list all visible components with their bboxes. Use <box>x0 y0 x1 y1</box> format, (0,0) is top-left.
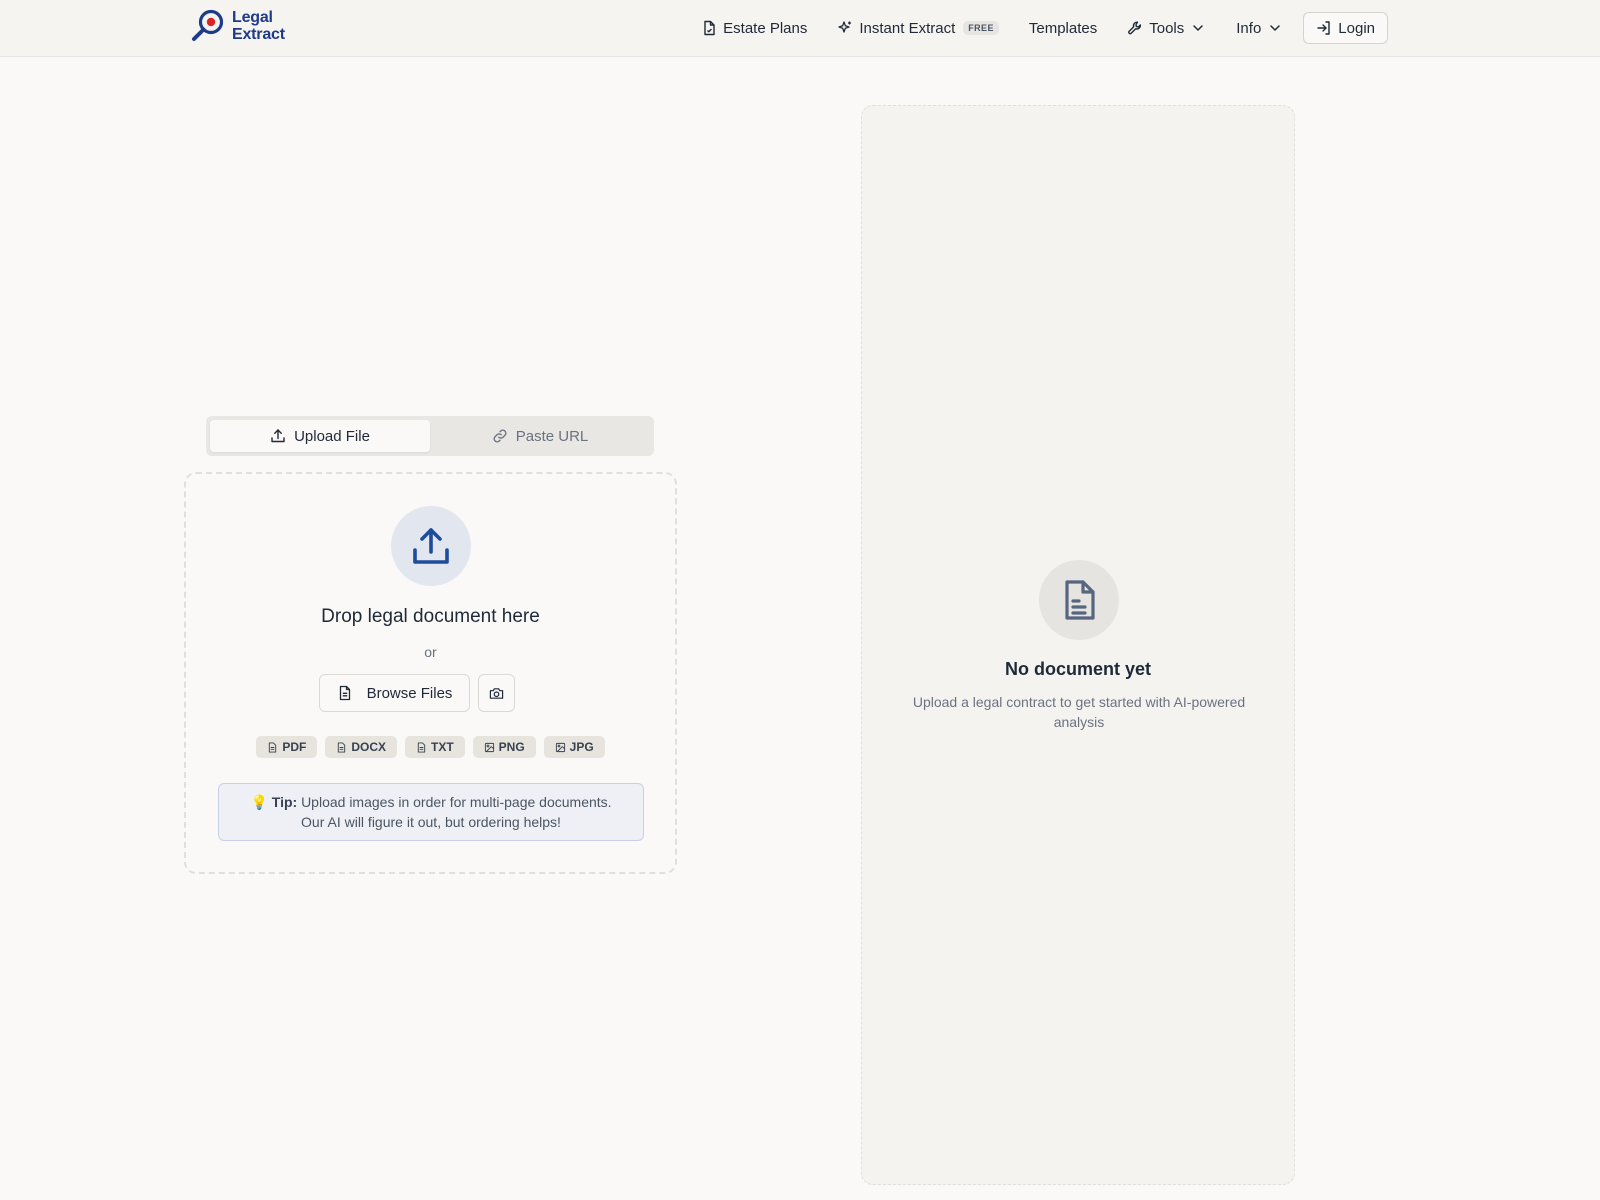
logo-text: Legal Extract <box>232 9 285 43</box>
chevron-down-icon <box>1193 25 1204 31</box>
logo-link[interactable]: Legal Extract <box>190 8 285 44</box>
upload-icon <box>271 429 285 443</box>
file-drop-zone[interactable]: Drop legal document here or Browse Files… <box>184 472 677 874</box>
link-icon <box>493 429 507 443</box>
file-icon <box>269 741 277 753</box>
tip-box: 💡 Tip: Upload images in order for multi-… <box>218 783 644 841</box>
main-nav: Estate Plans Instant Extract FREE Templa… <box>671 12 1388 44</box>
document-badge <box>1039 560 1119 640</box>
nav-instant-extract-label: Instant Extract <box>859 19 956 37</box>
camera-button[interactable] <box>478 674 515 712</box>
upload-mode-tabs: Upload File Paste URL <box>206 416 654 456</box>
nav-info-label: Info <box>1236 19 1262 37</box>
browse-files-label: Browse Files <box>366 684 453 702</box>
nav-templates-label: Templates <box>1028 19 1098 37</box>
tab-upload-file-label: Upload File <box>294 427 370 445</box>
wrench-icon <box>1128 21 1142 35</box>
nav-estate-plans[interactable]: Estate Plans <box>701 12 807 44</box>
tab-paste-url[interactable]: Paste URL <box>430 420 650 452</box>
top-nav-bar: Legal Extract Estate Plans Instant Extra… <box>0 0 1600 57</box>
format-label-txt: TXT <box>430 740 454 754</box>
login-button[interactable]: Login <box>1303 12 1388 44</box>
login-label: Login <box>1338 19 1375 37</box>
format-badge-jpg: JPG <box>543 736 605 758</box>
nav-tools-dropdown[interactable]: Tools <box>1127 12 1206 44</box>
nav-instant-extract[interactable]: Instant Extract FREE <box>837 12 999 44</box>
free-badge: FREE <box>963 21 999 35</box>
format-label-png: PNG <box>498 740 525 754</box>
format-badge-pdf: PDF <box>256 736 318 758</box>
upload-badge <box>391 506 471 586</box>
lightbulb-icon: 💡 <box>250 794 268 810</box>
supported-formats: PDF DOCX TXT PNG JPG <box>186 736 675 758</box>
logo-line-2: Extract <box>232 26 285 43</box>
format-badge-png: PNG <box>472 736 536 758</box>
logo-line-1: Legal <box>232 9 273 26</box>
browse-actions: Browse Files <box>319 674 515 712</box>
camera-icon <box>489 687 504 699</box>
nav-templates[interactable]: Templates <box>1029 12 1097 44</box>
file-text-icon <box>339 685 350 701</box>
tip-label: Tip: <box>271 794 298 810</box>
nav-estate-plans-label: Estate Plans <box>723 19 808 37</box>
tip-text-2: Our AI will figure it out, but ordering … <box>301 814 561 830</box>
sparkles-icon <box>838 21 852 33</box>
image-icon <box>484 742 494 752</box>
format-label-pdf: PDF <box>282 740 307 754</box>
file-icon <box>338 741 346 753</box>
format-label-jpg: JPG <box>569 740 594 754</box>
document-icon <box>1065 580 1095 620</box>
file-icon <box>417 741 426 753</box>
upload-icon <box>413 528 449 564</box>
chevron-down-icon <box>1270 25 1281 31</box>
format-badge-docx: DOCX <box>325 736 397 758</box>
document-preview-panel: No document yet Upload a legal contract … <box>861 105 1295 1185</box>
drop-title: Drop legal document here <box>321 606 540 627</box>
format-badge-txt: TXT <box>404 736 465 758</box>
empty-state-subtitle: Upload a legal contract to get started w… <box>912 694 1246 730</box>
tip-text-1: Upload images in order for multi-page do… <box>301 794 612 810</box>
nav-info-dropdown[interactable]: Info <box>1236 12 1283 44</box>
drop-or-text: or <box>424 644 437 660</box>
browse-files-button[interactable]: Browse Files <box>319 674 470 712</box>
file-signature-icon <box>704 20 715 36</box>
tab-paste-url-label: Paste URL <box>515 427 589 445</box>
tip-line-1: 💡 Tip: Upload images in order for multi-… <box>219 792 643 812</box>
empty-state-title: No document yet <box>1004 659 1151 679</box>
nav-tools-label: Tools <box>1149 19 1185 37</box>
magnifier-logo-icon <box>192 9 224 41</box>
format-label-docx: DOCX <box>351 740 386 754</box>
login-icon <box>1317 21 1330 35</box>
tab-upload-file[interactable]: Upload File <box>210 420 430 452</box>
image-icon <box>555 742 565 752</box>
